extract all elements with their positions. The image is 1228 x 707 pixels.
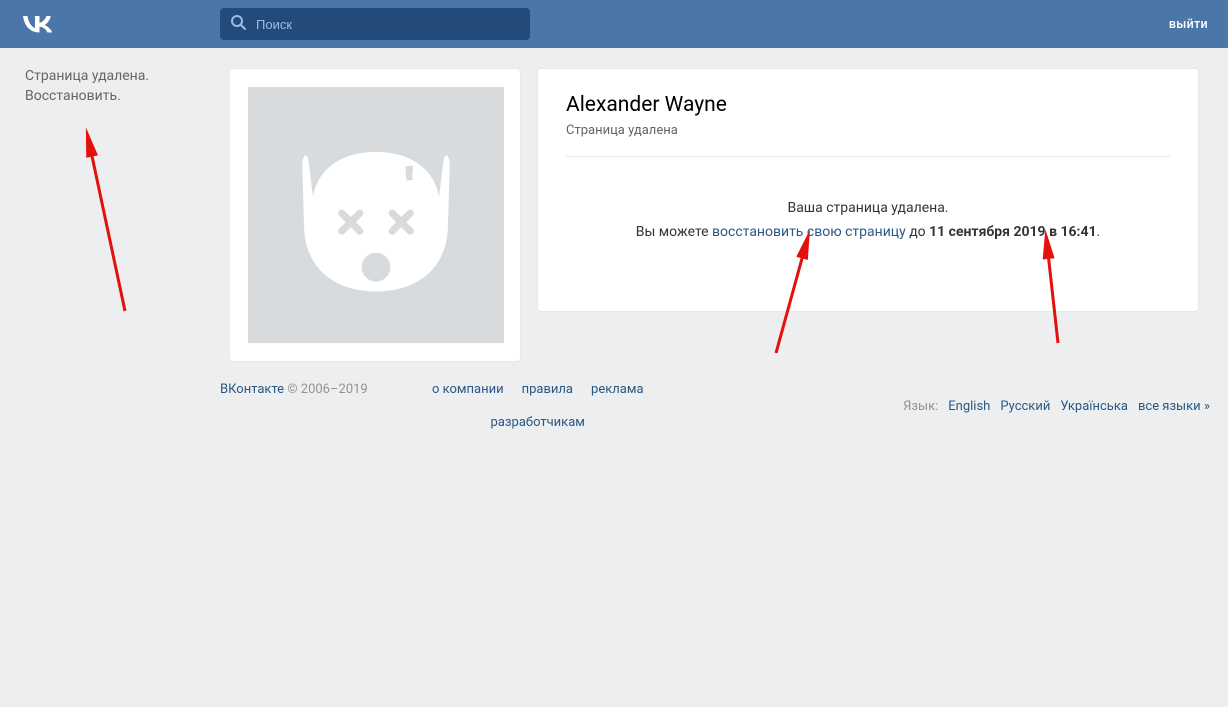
footer-brand-block: ВКонтакте © 2006–2019 [220, 382, 368, 430]
footer-copyright: © 2006–2019 [284, 382, 368, 397]
profile-name: Alexander Wayne [566, 93, 1170, 117]
vk-logo-icon[interactable] [20, 11, 56, 37]
deleted-info-block: Ваша страница удалена. Вы можете восстан… [566, 157, 1170, 245]
sidebar-deleted-text: Страница удалена. [25, 68, 209, 84]
footer-lang-label: Язык: [903, 399, 938, 414]
main-content: Alexander Wayne Страница удалена Ваша ст… [209, 48, 1219, 362]
restore-period: . [1097, 224, 1101, 240]
search-icon [230, 14, 246, 34]
restore-until: до [906, 224, 929, 240]
profile-card: Alexander Wayne Страница удалена Ваша ст… [537, 68, 1199, 312]
avatar-card [229, 68, 521, 362]
restore-deadline: 11 сентября 2019 в 16:41 [929, 224, 1096, 240]
deactivated-avatar [248, 87, 504, 343]
lang-ru[interactable]: Русский [1000, 399, 1050, 414]
search-box[interactable] [220, 8, 530, 40]
sidebar-restore-link[interactable]: Восстановить. [25, 88, 121, 104]
page-wrap: Страница удалена. Восстановить. Alexande… [9, 48, 1219, 362]
restore-prefix: Вы можете [636, 224, 712, 240]
logo-box [20, 11, 220, 37]
profile-status: Страница удалена [566, 123, 1170, 138]
left-sidebar: Страница удалена. Восстановить. [9, 48, 209, 362]
lang-ua[interactable]: Українська [1060, 399, 1128, 414]
footer-links: о компании правила реклама разработчикам [398, 382, 678, 430]
footer-rules-link[interactable]: правила [522, 382, 573, 397]
lang-en[interactable]: English [948, 399, 990, 414]
footer-lang: Язык: English Русский Українська все язы… [903, 382, 1210, 430]
footer-devs-link[interactable]: разработчикам [491, 415, 585, 430]
logout-link[interactable]: выйти [1169, 17, 1208, 32]
footer-about-link[interactable]: о компании [432, 382, 504, 397]
restore-line: Вы можете восстановить свою страницу до … [566, 221, 1170, 245]
deleted-heading: Ваша страница удалена. [566, 197, 1170, 221]
restore-page-link[interactable]: восстановить свою страницу [712, 224, 906, 240]
top-header: выйти [0, 0, 1228, 48]
footer: ВКонтакте © 2006–2019 о компании правила… [220, 382, 1210, 430]
search-input[interactable] [254, 16, 520, 33]
footer-brand-link[interactable]: ВКонтакте [220, 382, 284, 397]
lang-all[interactable]: все языки » [1138, 399, 1210, 414]
footer-ads-link[interactable]: реклама [591, 382, 644, 397]
